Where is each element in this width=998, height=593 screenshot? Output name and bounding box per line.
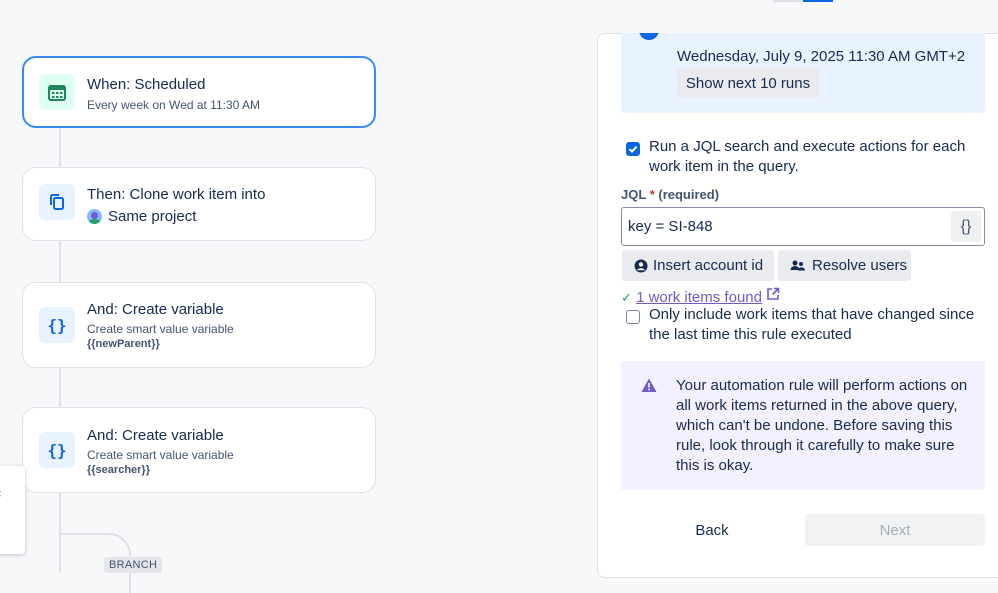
jql-search-label: Run a JQL search and execute actions for…	[649, 138, 966, 175]
external-link-icon[interactable]	[766, 287, 780, 301]
card-title: When: Scheduled	[87, 76, 206, 93]
card-title: Then: Clone work item into	[87, 186, 266, 203]
connector-line	[59, 240, 61, 283]
variable-name: {{searcher}}	[87, 464, 150, 476]
check-icon: ✓	[621, 290, 632, 305]
next-button[interactable]: Next	[805, 514, 985, 546]
jql-input[interactable]: key = SI-848 {}	[621, 207, 985, 246]
show-next-runs-button[interactable]: Show next 10 runs	[677, 68, 819, 98]
connector-line	[59, 127, 61, 169]
braces-icon: {}	[39, 432, 75, 468]
braces-icon: {}	[39, 307, 75, 343]
user-circle-icon	[634, 259, 648, 272]
rule-canvas: BRANCH When: Scheduled Every week on Wed…	[0, 0, 598, 593]
resolve-users-button[interactable]: Resolve users	[778, 250, 911, 281]
insert-account-id-button[interactable]: Insert account id	[622, 250, 774, 281]
warning-banner: Your automation rule will perform action…	[621, 361, 985, 490]
only-changed-label: Only include work items that have change…	[649, 306, 975, 343]
variable-name: {{newParent}}	[87, 338, 160, 350]
close-icon[interactable]: ×	[0, 486, 2, 501]
required-marker: *	[649, 187, 655, 202]
tab-indicator-active	[803, 0, 833, 2]
work-items-found-link[interactable]: 1 work items found	[636, 289, 762, 306]
jql-search-checkbox[interactable]	[626, 142, 640, 156]
clone-target: Same project	[87, 208, 196, 225]
card-title: And: Create variable	[87, 301, 224, 318]
collapsed-side-panel[interactable]: ×	[0, 466, 25, 554]
required-text: (required)	[658, 187, 720, 202]
jql-label-text: JQL	[621, 187, 647, 202]
create-variable-card[interactable]: {} And: Create variable Create smart val…	[22, 282, 376, 368]
copy-icon	[39, 184, 75, 220]
create-variable-card[interactable]: {} And: Create variable Create smart val…	[22, 407, 376, 493]
info-icon	[639, 33, 659, 40]
only-changed-checkbox[interactable]	[626, 310, 640, 324]
branch-label[interactable]: BRANCH	[104, 557, 163, 573]
calendar-icon	[39, 74, 75, 110]
check-icon	[628, 145, 638, 154]
next-run-date: Wednesday, July 9, 2025 11:30 AM GMT+2	[677, 48, 966, 65]
jql-value: key = SI-848	[628, 218, 713, 235]
warning-text: Your automation rule will perform action…	[676, 377, 968, 474]
resolve-users-label: Resolve users	[812, 257, 908, 274]
smart-value-button[interactable]: {}	[951, 211, 981, 242]
card-title: And: Create variable	[87, 427, 224, 444]
insert-account-id-label: Insert account id	[653, 257, 764, 274]
jql-label: JQL * (required)	[621, 187, 719, 202]
trigger-card[interactable]: When: Scheduled Every week on Wed at 11:…	[22, 56, 376, 128]
warning-icon	[641, 378, 657, 392]
back-button[interactable]: Back	[660, 514, 764, 546]
connector-line	[59, 367, 61, 409]
card-subtitle: Create smart value variable	[87, 322, 234, 336]
clone-target-label: Same project	[108, 208, 197, 225]
clone-action-card[interactable]: Then: Clone work item into Same project	[22, 167, 376, 241]
users-icon	[790, 260, 805, 270]
card-subtitle: Create smart value variable	[87, 448, 234, 462]
project-avatar-icon	[87, 209, 102, 224]
jql-result: ✓ 1 work items found	[621, 287, 780, 306]
card-subtitle: Every week on Wed at 11:30 AM	[87, 98, 260, 112]
